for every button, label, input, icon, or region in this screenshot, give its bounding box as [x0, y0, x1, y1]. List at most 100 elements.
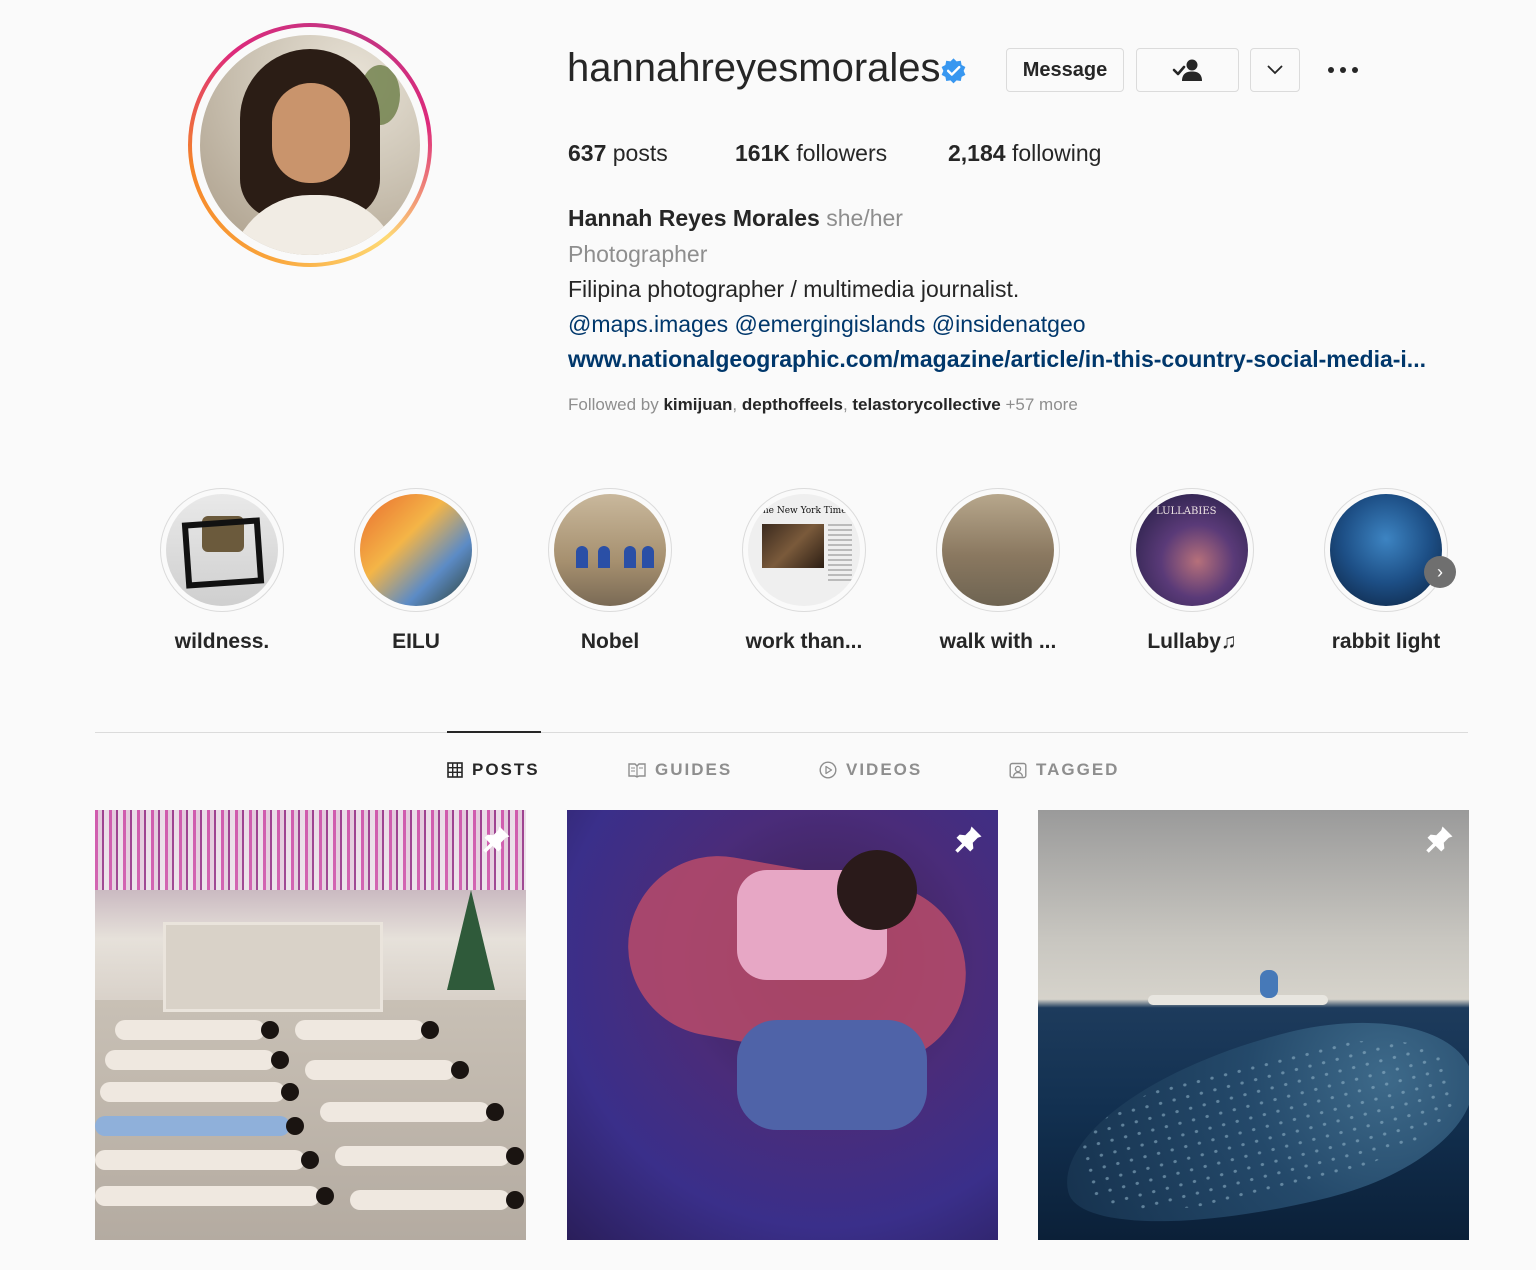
following-link[interactable]: 2,184 following	[948, 140, 1101, 167]
bio-mentions[interactable]: @maps.images @emergingislands @insidenat…	[568, 311, 1086, 338]
following-count-value: 2,184	[948, 140, 1006, 166]
tab-tagged[interactable]: TAGGED	[1009, 760, 1119, 780]
more-dot	[1340, 67, 1346, 73]
highlight-cover	[166, 494, 278, 606]
profile-username: hannahreyesmorales	[567, 46, 941, 90]
profile-avatar-story-ring[interactable]	[188, 23, 432, 267]
post-image-child	[95, 1150, 319, 1170]
tab-label: POSTS	[472, 760, 540, 779]
posts-count-label: posts	[612, 140, 668, 166]
highlight-item[interactable]: The New York Times work than...	[734, 488, 874, 654]
highlight-ring: The New York Times	[742, 488, 866, 612]
highlight-cover	[1330, 494, 1442, 606]
post-image-face	[837, 850, 917, 930]
followers-count-value: 161K	[735, 140, 790, 166]
cover-title: LULLABIES	[1156, 506, 1217, 517]
highlight-item[interactable]: EILU	[346, 488, 486, 654]
more-dot	[1352, 67, 1358, 73]
highlight-ring	[936, 488, 1060, 612]
followed-by-prefix: Followed by	[568, 395, 659, 414]
highlight-label: rabbit light	[1331, 630, 1441, 653]
post-image-child	[305, 1060, 469, 1080]
highlight-ring	[548, 488, 672, 612]
highlight-item[interactable]: Nobel	[540, 488, 680, 654]
tabs-divider	[95, 732, 1468, 733]
post-image-child	[115, 1020, 279, 1040]
pin-icon	[955, 826, 982, 853]
bio-full-name: Hannah Reyes Morales she/her	[568, 205, 903, 232]
post-thumbnail[interactable]	[1038, 810, 1469, 1240]
suggested-accounts-dropdown-button[interactable]	[1250, 48, 1300, 92]
tagged-person-icon	[1009, 762, 1027, 779]
highlight-label: work than...	[745, 630, 863, 653]
post-image-child	[350, 1190, 524, 1210]
full-name: Hannah Reyes Morales	[568, 205, 820, 231]
post-image-fisherman	[1260, 970, 1278, 998]
post-image-shelf	[163, 922, 383, 1012]
more-options-button[interactable]	[1322, 58, 1364, 82]
highlight-item[interactable]: walk with ...	[928, 488, 1068, 654]
followed-by-user[interactable]: telastorycollective	[852, 395, 1000, 414]
tab-guides[interactable]: GUIDES	[628, 760, 732, 780]
bio-description: Filipina photographer / multimedia journ…	[568, 276, 1020, 302]
pin-icon	[1426, 826, 1453, 853]
more-dots-icon	[1328, 67, 1334, 73]
active-tab-indicator	[447, 731, 541, 733]
highlight-label: walk with ...	[939, 630, 1057, 653]
cover-window	[598, 546, 610, 568]
chevron-down-icon	[1267, 65, 1283, 75]
avatar[interactable]	[200, 35, 420, 255]
post-image-child	[105, 1050, 289, 1070]
post-thumbnail[interactable]	[567, 810, 998, 1240]
followed-by-user[interactable]: depthoffeels	[742, 395, 843, 414]
cover-window	[576, 546, 588, 568]
highlight-cover	[554, 494, 666, 606]
post-image-child	[737, 1020, 927, 1130]
highlight-label: wildness.	[174, 630, 270, 653]
newspaper-photo	[762, 524, 824, 568]
highlight-ring	[160, 488, 284, 612]
post-image-child	[335, 1146, 524, 1166]
pronouns: she/her	[826, 205, 903, 231]
highlight-cover: LULLABIES	[1136, 494, 1248, 606]
tab-videos[interactable]: VIDEOS	[819, 760, 922, 780]
followed-by[interactable]: Followed by kimijuan, depthoffeels, tela…	[568, 395, 1078, 415]
followers-count-label: followers	[796, 140, 888, 166]
message-button[interactable]: Message	[1006, 48, 1124, 92]
newspaper-masthead: The New York Times	[756, 506, 852, 516]
highlight-item[interactable]: LULLABIES Lullaby♫	[1122, 488, 1262, 654]
post-image-child	[95, 1186, 334, 1206]
post-image-tree	[447, 890, 495, 990]
post-image-child	[100, 1082, 299, 1102]
posts-count-value: 637	[568, 140, 607, 166]
followed-by-user[interactable]: kimijuan	[663, 395, 732, 414]
followed-by-more[interactable]: +57 more	[1005, 395, 1077, 414]
cover-window	[624, 546, 636, 568]
following-count-label: following	[1011, 140, 1102, 166]
post-thumbnail[interactable]	[95, 810, 526, 1240]
newspaper-columns	[828, 524, 852, 584]
highlight-ring	[1324, 488, 1448, 612]
highlight-item[interactable]: wildness.	[152, 488, 292, 654]
following-button[interactable]	[1136, 48, 1239, 92]
posts-count: 637 posts	[568, 140, 668, 167]
post-image-tinsel	[95, 810, 526, 890]
highlight-ring: LULLABIES	[1130, 488, 1254, 612]
followers-link[interactable]: 161K followers	[735, 140, 887, 167]
verified-badge-icon	[941, 58, 966, 84]
grid-icon	[447, 762, 463, 778]
following-person-check-icon	[1172, 59, 1202, 81]
guide-book-icon	[628, 763, 646, 778]
highlight-label: Lullaby♫	[1147, 630, 1237, 653]
highlights-next-button[interactable]: ›	[1424, 556, 1456, 588]
tab-label: GUIDES	[655, 760, 733, 779]
post-image-child	[95, 1116, 304, 1136]
post-image-boat	[1148, 995, 1328, 1005]
bio-external-link[interactable]: www.nationalgeographic.com/magazine/arti…	[568, 346, 1426, 373]
chevron-right-icon: ›	[1437, 561, 1443, 582]
highlight-cover	[942, 494, 1054, 606]
cover-window	[642, 546, 654, 568]
highlight-ring	[354, 488, 478, 612]
highlight-label: EILU	[392, 630, 440, 653]
tab-posts[interactable]: POSTS	[447, 760, 540, 780]
